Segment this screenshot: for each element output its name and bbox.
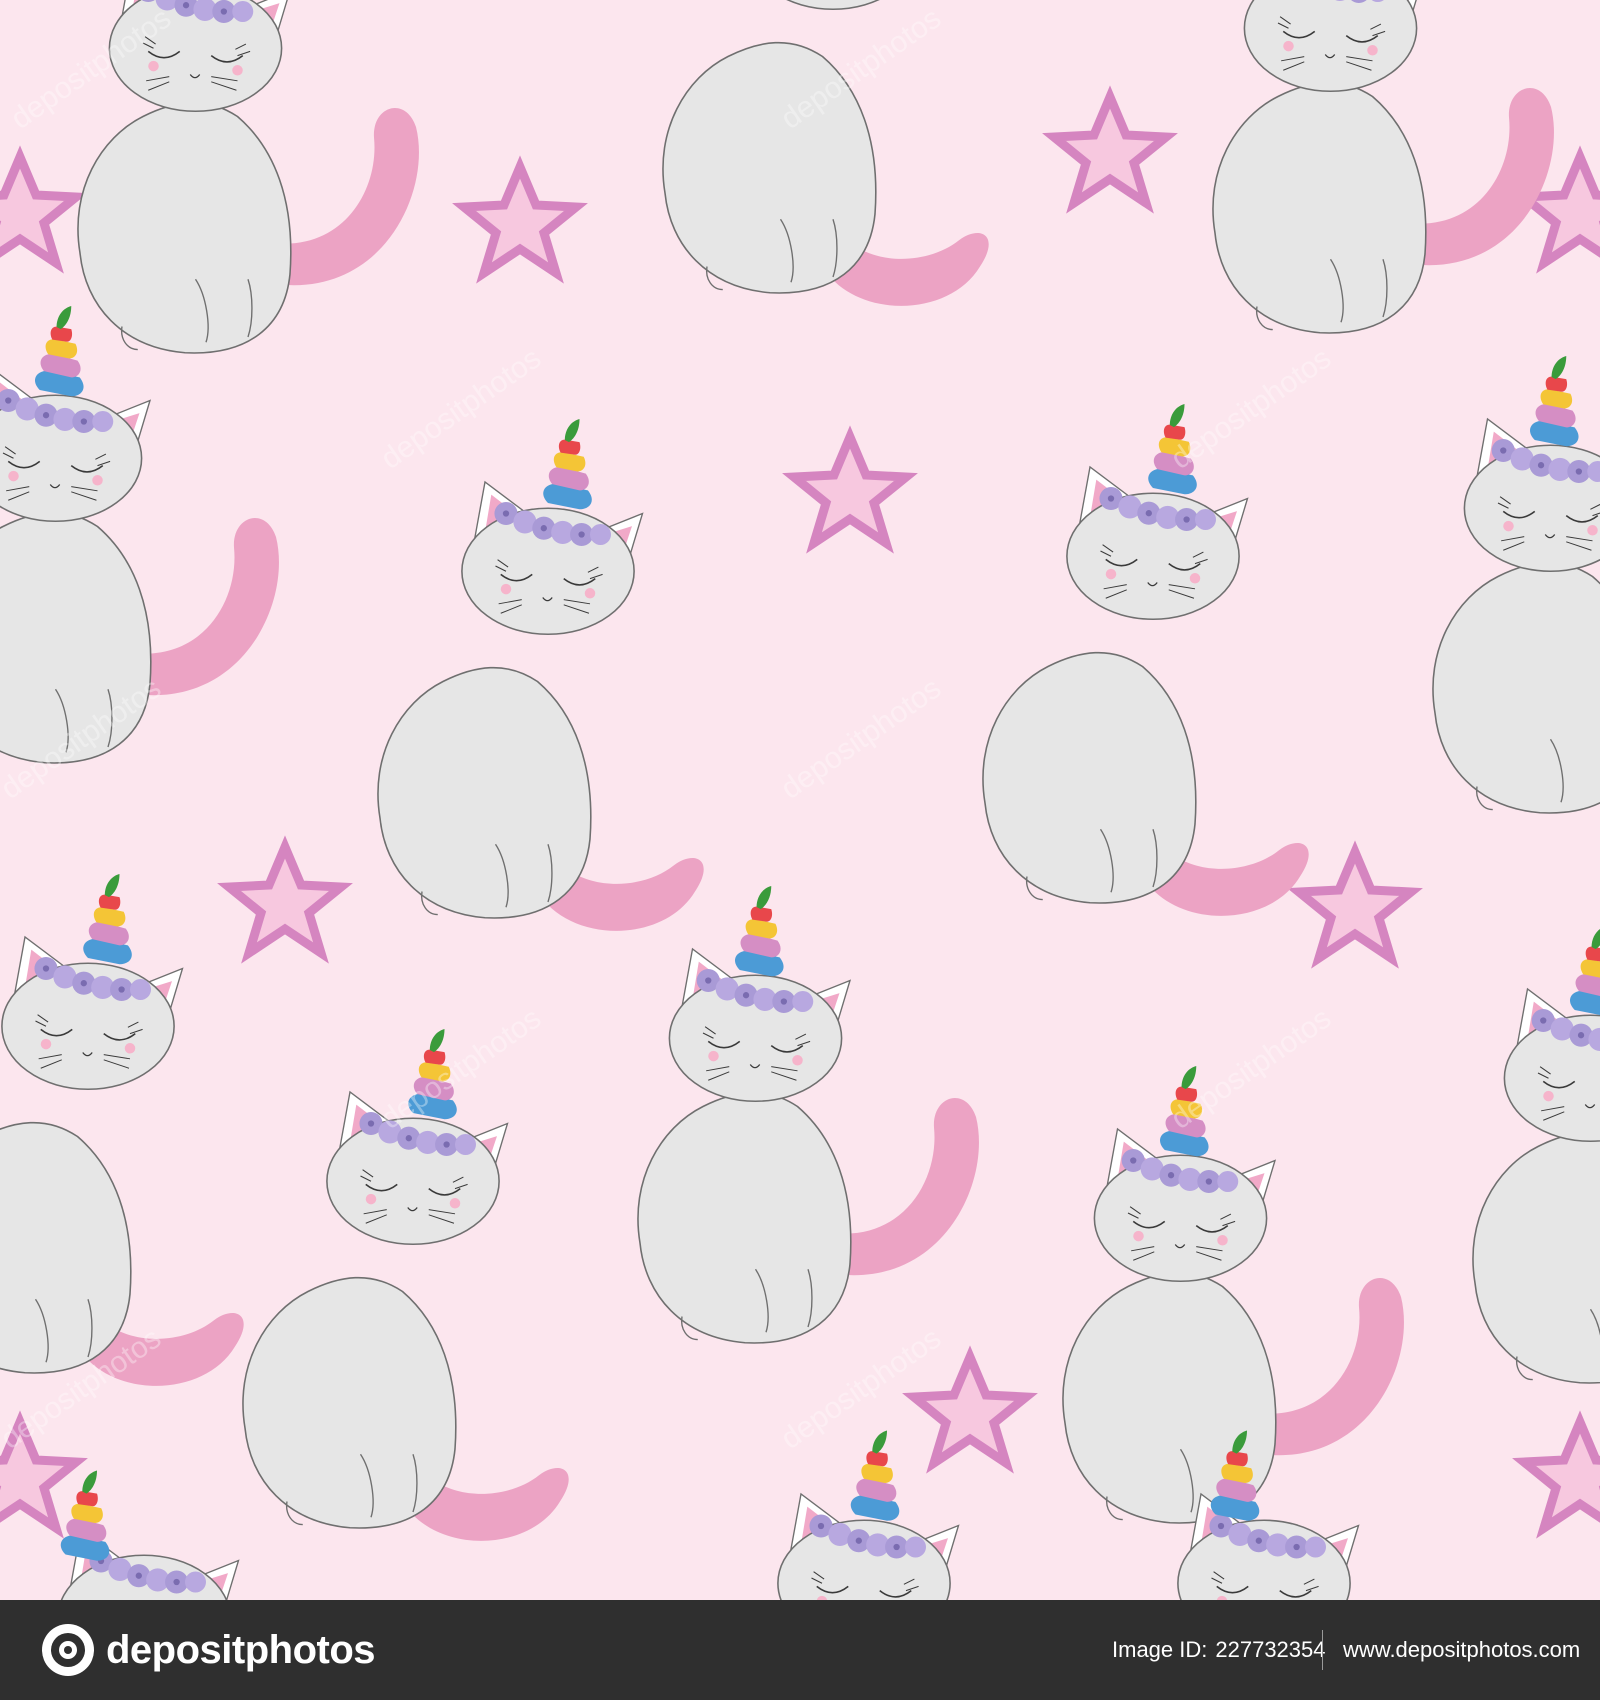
unicorn-cat-pattern: depositphotos depositphotos depositphoto…	[0, 0, 1600, 1600]
camera-shutter-icon	[42, 1624, 94, 1676]
depositphotos-logo[interactable]: depositphotos	[40, 1622, 376, 1678]
footer-divider	[1322, 1630, 1323, 1670]
logo-text: depositphotos	[106, 1627, 376, 1672]
site-url-link[interactable]: www.depositphotos.com	[1343, 1637, 1580, 1663]
image-id-value: 227732354	[1215, 1637, 1326, 1662]
stock-footer-bar: depositphotos Image ID: 227732354 www.dep…	[0, 1600, 1600, 1700]
image-id: Image ID: 227732354	[1112, 1637, 1326, 1663]
image-id-label: Image ID:	[1112, 1637, 1208, 1662]
